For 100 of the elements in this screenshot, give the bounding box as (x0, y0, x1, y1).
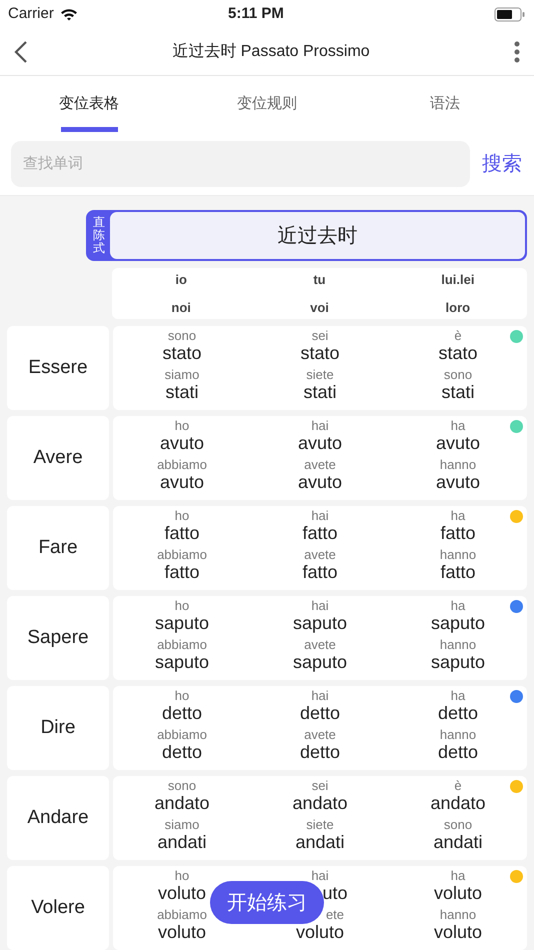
tense-header: 近过去时 (110, 212, 525, 259)
auxiliary-text: avete (304, 728, 336, 743)
verb-name[interactable]: Essere (7, 326, 109, 410)
auxiliary-text: avete (304, 638, 336, 653)
participle-text: andati (433, 833, 483, 854)
start-practice-button[interactable]: 开始练习 (210, 881, 324, 924)
participle-text: detto (300, 743, 340, 764)
tab[interactable]: 语法 (356, 76, 534, 132)
auxiliary-text: abbiamo (157, 638, 207, 653)
auxiliary-text: ho (174, 599, 190, 614)
auxiliary-text: abbiamo (157, 908, 207, 923)
auxiliary-text: sei (312, 329, 328, 344)
battery-icon (494, 6, 526, 22)
wifi-icon (60, 8, 78, 20)
participle-text: avuto (298, 473, 342, 494)
auxiliary-text: sei (312, 779, 328, 794)
auxiliary-text: sono (168, 329, 196, 344)
auxiliary-text: hai (311, 869, 329, 884)
page-title: 近过去时 Passato Prossimo (171, 42, 371, 62)
participle-text: andato (154, 794, 210, 815)
participle-text: fatto (164, 524, 200, 545)
auxiliary-text: hai (311, 509, 329, 524)
participle-text: stato (300, 344, 340, 365)
back-icon[interactable] (14, 40, 28, 64)
auxiliary-text: abbiamo (157, 728, 207, 743)
auxiliary-text: ha (450, 689, 466, 704)
participle-text: fatto (302, 563, 338, 584)
time-text: 5:11 PM (226, 4, 285, 24)
participle-text: stato (438, 344, 478, 365)
auxiliary-text: sono (444, 368, 472, 383)
person-label: noi (170, 298, 192, 316)
participle-text: detto (162, 704, 202, 725)
participle-text: avuto (160, 434, 204, 455)
verb-name[interactable]: Fare (7, 506, 109, 590)
participle-text: voluto (158, 884, 206, 905)
verb-name[interactable]: Avere (7, 416, 109, 500)
auxiliary-text: siete (306, 818, 334, 833)
person-label: voi (309, 298, 330, 316)
auxiliary-text: hanno (440, 728, 476, 743)
participle-text: fatto (440, 563, 476, 584)
participle-text: voluto (158, 923, 206, 944)
tab[interactable]: 变位表格 (0, 76, 178, 132)
participle-text: andati (295, 833, 345, 854)
auxiliary-text: ha (450, 869, 466, 884)
auxiliary-text: hanno (440, 458, 476, 473)
participle-text: avuto (298, 434, 342, 455)
person-label: lui.lei (440, 271, 476, 289)
search-field[interactable]: 查找单词 (11, 140, 470, 186)
auxiliary-text: ha (450, 509, 466, 524)
participle-text: andato (292, 794, 348, 815)
participle-text: andati (157, 833, 207, 854)
carrier-text: Carrier (8, 4, 54, 24)
auxiliary-text: abbiamo (157, 458, 207, 473)
participle-text: saputo (430, 653, 486, 674)
verb-name[interactable]: Volere (7, 866, 109, 950)
auxiliary-text: hai (311, 419, 329, 434)
auxiliary-text: ha (450, 599, 466, 614)
tab[interactable]: 变位规则 (178, 76, 356, 132)
search-button[interactable]: 搜索 (482, 148, 522, 178)
auxiliary-text: avete (304, 458, 336, 473)
participle-text: avuto (160, 473, 204, 494)
auxiliary-text: avete (304, 548, 336, 563)
participle-text: saputo (154, 653, 210, 674)
verb-name[interactable]: Sapere (7, 596, 109, 680)
verb-name[interactable]: Dire (7, 686, 109, 770)
auxiliary-text: hanno (440, 638, 476, 653)
verb-name[interactable]: Andare (7, 776, 109, 860)
participle-text: stati (303, 383, 336, 404)
auxiliary-text: hai (311, 599, 329, 614)
auxiliary-text: siete (306, 368, 334, 383)
auxiliary-text: ho (174, 419, 190, 434)
auxiliary-text: ho (174, 869, 190, 884)
participle-text: detto (438, 743, 478, 764)
more-icon[interactable] (514, 40, 520, 64)
participle-text: voluto (434, 923, 482, 944)
mood-label: 直陈式 (92, 214, 106, 258)
person-label: io (174, 271, 188, 289)
participle-text: avuto (436, 473, 480, 494)
auxiliary-text: è (454, 329, 462, 344)
participle-text: fatto (440, 524, 476, 545)
participle-text: saputo (292, 614, 348, 635)
participle-text: voluto (296, 923, 344, 944)
participle-text: detto (300, 704, 340, 725)
person-label: loro (444, 298, 472, 316)
participle-text: saputo (292, 653, 348, 674)
auxiliary-text: ete (326, 908, 344, 923)
participle-text: stati (441, 383, 474, 404)
auxiliary-text: sono (168, 779, 196, 794)
auxiliary-text: hanno (440, 908, 476, 923)
auxiliary-text: è (454, 779, 462, 794)
auxiliary-text: abbiamo (157, 548, 207, 563)
auxiliary-text: siamo (164, 368, 200, 383)
participle-text: stato (162, 344, 202, 365)
participle-text: stati (165, 383, 198, 404)
auxiliary-text: sono (444, 818, 472, 833)
participle-text: detto (162, 743, 202, 764)
participle-text: avuto (436, 434, 480, 455)
participle-text: saputo (154, 614, 210, 635)
auxiliary-text: hai (311, 689, 329, 704)
participle-text: andato (430, 794, 486, 815)
